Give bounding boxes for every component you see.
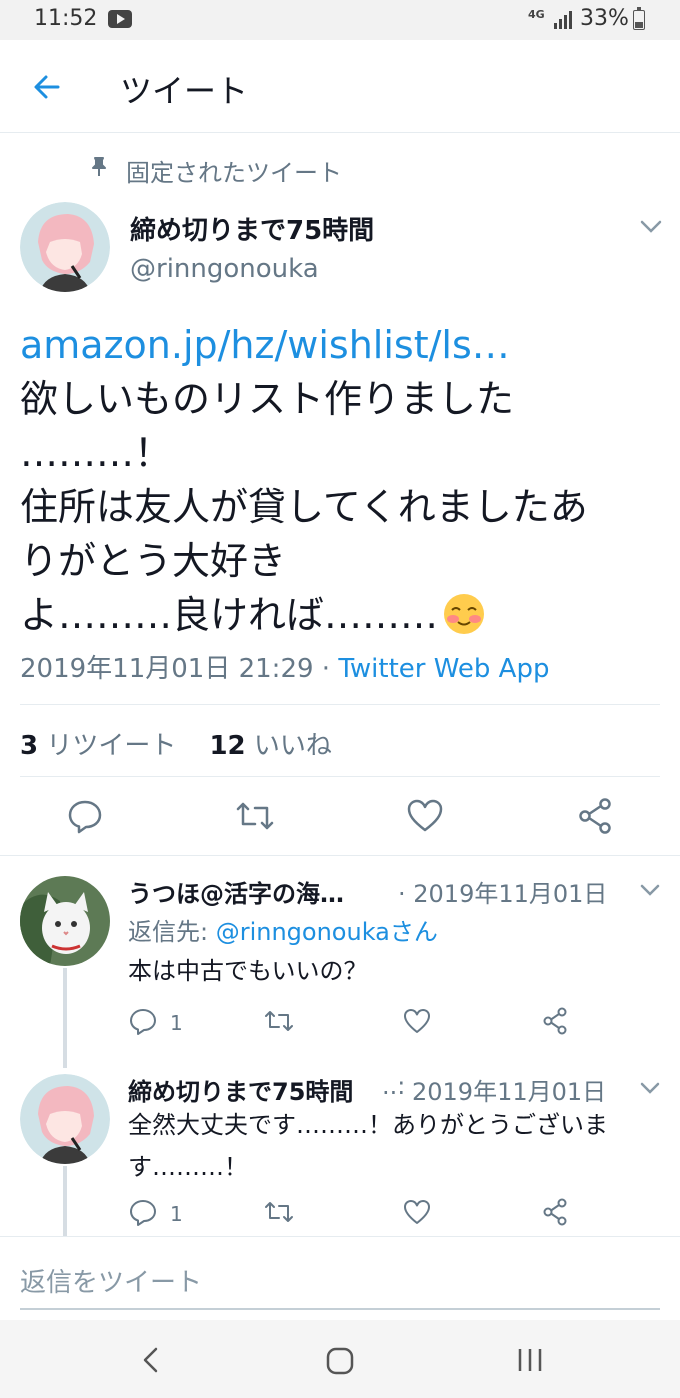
battery-percent: 33% bbox=[580, 6, 629, 31]
reply-icon[interactable] bbox=[65, 796, 105, 836]
retweet-count: 3 bbox=[20, 731, 39, 761]
chevron-down-icon[interactable] bbox=[640, 1082, 660, 1094]
divider bbox=[20, 704, 660, 705]
tweet-meta: 2019年11月01日 21:29 · Twitter Web App bbox=[20, 648, 549, 685]
battery-icon bbox=[633, 7, 645, 30]
reply-to-handle[interactable]: @rinngonoukaさん bbox=[216, 918, 438, 946]
divider bbox=[0, 1236, 680, 1237]
share-icon[interactable] bbox=[540, 1197, 570, 1227]
smiling-blush-emoji-icon bbox=[444, 594, 485, 634]
tweet-line-last: よ………良ければ……… bbox=[20, 588, 660, 642]
like-label: いいね bbox=[253, 731, 332, 761]
like-heart-icon[interactable] bbox=[405, 796, 445, 836]
thread-line bbox=[63, 968, 67, 1068]
retweet-icon[interactable] bbox=[264, 1006, 294, 1036]
tweet-timestamp: 2019年11月01日 21:29 · bbox=[20, 654, 339, 684]
reply-author-name[interactable]: うつほ@活字の海… bbox=[128, 874, 390, 909]
tweet-line: りがとう大好き bbox=[20, 539, 287, 583]
reply-to-line: 返信先: @rinngonoukaさん bbox=[128, 912, 438, 947]
tweet-line-text: よ………良ければ……… bbox=[20, 593, 439, 637]
divider bbox=[0, 855, 680, 856]
author-handle[interactable]: @rinngonouka bbox=[130, 254, 319, 284]
signal-icon bbox=[554, 11, 572, 29]
retweet-icon[interactable] bbox=[235, 796, 275, 836]
reply-name-truncation: ..: bbox=[382, 1072, 406, 1100]
youtube-notification-icon bbox=[108, 10, 132, 28]
reply-icon[interactable] bbox=[128, 1006, 158, 1036]
like-stat[interactable]: 12 いいね bbox=[209, 731, 331, 761]
reply-compose-input[interactable]: 返信をツイート bbox=[20, 1262, 202, 1299]
retweet-stat[interactable]: 3 リツイート bbox=[20, 731, 176, 761]
nav-recents-icon[interactable] bbox=[516, 1347, 544, 1373]
status-time: 11:52 bbox=[34, 6, 98, 31]
reply-icon[interactable] bbox=[128, 1197, 158, 1227]
reply-count: 1 bbox=[170, 1011, 183, 1035]
system-nav-bar bbox=[0, 1320, 680, 1398]
engagement-counts: 3 リツイート 12 いいね bbox=[20, 725, 332, 762]
network-type: 4G bbox=[528, 8, 545, 21]
top-app-bar: ツイート bbox=[0, 40, 680, 133]
reply-count: 1 bbox=[170, 1202, 183, 1226]
retweet-icon[interactable] bbox=[264, 1197, 294, 1227]
like-heart-icon[interactable] bbox=[402, 1197, 432, 1227]
reply-author-name[interactable]: 締め切りまで75時間 bbox=[128, 1072, 353, 1107]
tweet-source-link[interactable]: Twitter Web App bbox=[338, 654, 549, 684]
retweet-label: リツイート bbox=[46, 731, 177, 761]
chevron-down-icon[interactable] bbox=[640, 220, 662, 234]
tweet-line: ………！ bbox=[20, 431, 173, 475]
tweet-line: 欲しいものリスト作りました bbox=[20, 377, 515, 421]
share-icon[interactable] bbox=[540, 1006, 570, 1036]
compose-underline bbox=[20, 1308, 660, 1310]
page-title: ツイート bbox=[120, 72, 249, 110]
back-arrow-icon[interactable] bbox=[30, 70, 64, 104]
reply-text: 全然大丈夫です………！ありがとうございます………！ bbox=[128, 1111, 608, 1181]
thread-line bbox=[63, 1166, 67, 1236]
avatar[interactable] bbox=[20, 1074, 110, 1164]
wishlist-link[interactable]: amazon.jp/hz/wishlist/ls… bbox=[20, 318, 660, 372]
author-name[interactable]: 締め切りまで75時間 bbox=[130, 210, 374, 247]
nav-back-icon[interactable] bbox=[140, 1346, 162, 1374]
share-icon[interactable] bbox=[575, 796, 615, 836]
pinned-tweet-label: 固定されたツイート bbox=[126, 159, 342, 187]
chevron-down-icon[interactable] bbox=[640, 884, 660, 896]
tweet-line: 住所は友人が貸してくれましたあ bbox=[20, 485, 588, 529]
reply-text: 本は中古でもいいの？ bbox=[128, 957, 368, 985]
avatar[interactable] bbox=[20, 876, 110, 966]
reply-to-prefix: 返信先: bbox=[128, 918, 216, 946]
pin-icon bbox=[92, 157, 106, 176]
like-count: 12 bbox=[209, 731, 246, 761]
nav-home-icon[interactable] bbox=[326, 1347, 354, 1375]
divider bbox=[20, 776, 660, 777]
avatar[interactable] bbox=[20, 202, 110, 292]
like-heart-icon[interactable] bbox=[402, 1006, 432, 1036]
reply-date: · 2019年11月01日 bbox=[398, 880, 608, 908]
status-bar: 11:52 4G 33% bbox=[0, 0, 680, 40]
tweet-text: amazon.jp/hz/wishlist/ls… 欲しいものリスト作りました … bbox=[20, 318, 660, 642]
reply-date: 2019年11月01日 bbox=[412, 1078, 607, 1106]
